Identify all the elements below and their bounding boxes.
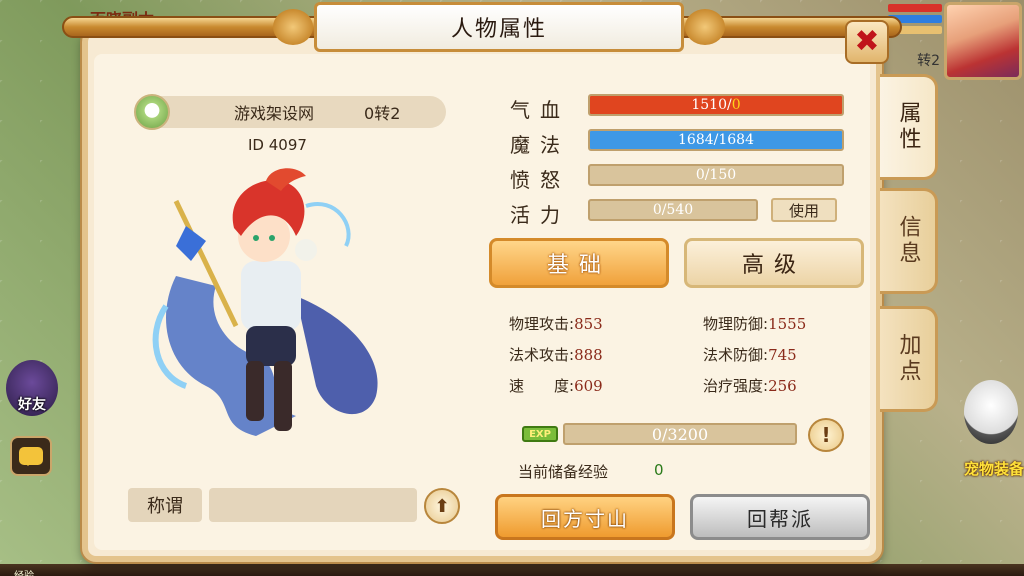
stored-exp-label: 当前储备经验 <box>518 463 609 481</box>
return-school-button[interactable]: 回方寸山 <box>495 494 675 540</box>
heal-row: 治疗强度:256 <box>703 375 797 396</box>
pet-icon[interactable] <box>964 380 1018 444</box>
exclamation-icon: ! <box>821 423 831 447</box>
title-scroll: 人物属性 <box>273 2 725 52</box>
mp-label: 魔法 <box>510 133 570 157</box>
tab-advanced[interactable]: 高级 <box>684 238 864 288</box>
phys-atk-row: 物理攻击:853 <box>509 313 603 334</box>
mp-value: 1684/1684 <box>678 132 754 148</box>
window-title: 人物属性 <box>450 17 547 42</box>
mag-def-label: 法术防御: <box>703 346 769 364</box>
left-hud: 好友 <box>0 360 70 560</box>
chat-button[interactable] <box>10 436 52 476</box>
tab-info-label: 信息 <box>895 215 921 267</box>
mag-def-value: 745 <box>768 346 797 364</box>
change-title-button[interactable]: ⬆ <box>424 488 460 524</box>
exp-info-button[interactable]: ! <box>808 418 844 452</box>
hp-current: 1510 <box>691 97 727 113</box>
tab-info[interactable]: 信息 <box>880 188 938 294</box>
phys-atk-label: 物理攻击: <box>509 315 575 333</box>
character-portrait <box>152 168 378 436</box>
mag-atk-value: 888 <box>574 346 603 364</box>
player-rank-tag: 转2 <box>917 53 940 69</box>
rage-label: 愤怒 <box>510 168 570 192</box>
speed-label: 速 度: <box>509 377 575 395</box>
title-input[interactable] <box>209 488 417 522</box>
close-icon: ✖ <box>854 24 880 59</box>
exp-bar: 0/3200 <box>563 423 797 445</box>
heal-value: 256 <box>768 377 797 395</box>
vigor-label: 活力 <box>510 203 570 227</box>
heal-label: 治疗强度: <box>703 377 769 395</box>
hp-label: 气血 <box>510 98 570 122</box>
chat-bubble-icon <box>19 447 43 466</box>
friend-button[interactable]: 好友 <box>6 360 58 416</box>
hp-max: 0 <box>731 97 741 113</box>
name-plate: 游戏架设网 0转2 <box>134 94 446 130</box>
exp-strip: 经验 <box>0 564 1024 576</box>
rage-value: 0/150 <box>695 167 737 183</box>
upload-icon: ⬆ <box>434 495 450 517</box>
phys-def-row: 物理防御:1555 <box>703 313 806 334</box>
return-guild-button[interactable]: 回帮派 <box>690 494 870 540</box>
exp-icon: EXP <box>522 426 558 442</box>
vigor-bar: 0/540 <box>588 199 758 221</box>
tab-basic[interactable]: 基础 <box>489 238 669 288</box>
speed-value: 609 <box>574 377 603 395</box>
mag-atk-row: 法术攻击:888 <box>509 344 603 365</box>
school-emblem-icon <box>134 94 170 130</box>
phys-def-value: 1555 <box>768 315 807 333</box>
mag-atk-label: 法术攻击: <box>509 346 575 364</box>
mag-def-row: 法术防御:745 <box>703 344 797 365</box>
title-bar: 人物属性 <box>62 2 962 52</box>
stored-exp-value: 0 <box>654 461 664 479</box>
tab-points[interactable]: 加点 <box>880 306 938 412</box>
close-button[interactable]: ✖ <box>845 20 889 64</box>
phys-atk-value: 853 <box>574 315 603 333</box>
pet-equipment-label[interactable]: 宠物装备 <box>964 458 1024 479</box>
rage-bar: 0/150 <box>588 164 844 186</box>
title-label: 称谓 <box>128 488 202 522</box>
hp-value: 1510/0 <box>691 97 740 113</box>
mp-bar: 1684/1684 <box>588 129 844 151</box>
character-id: ID 4097 <box>248 136 307 154</box>
character-name: 游戏架设网 <box>234 104 315 123</box>
use-vigor-button[interactable]: 使用 <box>771 198 837 222</box>
exp-strip-label: 经验 <box>14 571 34 576</box>
vigor-value: 0/540 <box>652 202 694 218</box>
tab-attributes-label: 属性 <box>895 101 921 153</box>
tab-attributes[interactable]: 属性 <box>880 74 938 180</box>
speed-row: 速 度:609 <box>509 375 603 396</box>
friend-label: 好友 <box>18 397 46 413</box>
tab-points-label: 加点 <box>895 333 921 385</box>
character-rank: 0转2 <box>364 104 401 123</box>
phys-def-label: 物理防御: <box>703 315 769 333</box>
hp-bar: 1510/0 <box>588 94 844 116</box>
